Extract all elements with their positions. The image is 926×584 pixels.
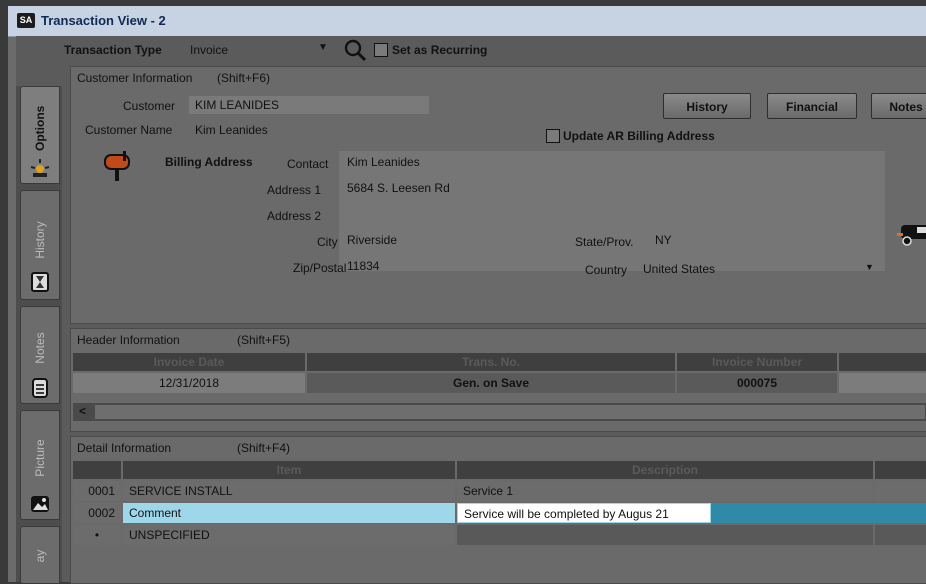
- tab-notes-label: Notes: [33, 332, 47, 364]
- customer-label: Customer: [123, 99, 176, 113]
- address-block: [339, 151, 885, 271]
- tab-picture-label: Picture: [33, 439, 47, 477]
- main-frame: Transaction Type Invoice ▼ Set as Recurr…: [16, 36, 926, 584]
- address2-label: Address 2: [267, 209, 322, 223]
- table-row-extra[interactable]: [875, 481, 926, 501]
- transaction-type-select[interactable]: Invoice ▼: [182, 40, 336, 60]
- customer-field[interactable]: KIM LEANIDES: [189, 96, 429, 114]
- update-ar-label: Update AR Billing Address: [563, 129, 715, 143]
- tab-more-label: ay: [33, 549, 47, 563]
- trans-no-cell: Gen. on Save: [307, 373, 675, 393]
- tab-history[interactable]: History: [20, 190, 60, 300]
- header-column-invoice-number: Invoice Number: [677, 353, 837, 371]
- address1-label: Address 1: [267, 183, 322, 197]
- tab-notes[interactable]: Notes: [20, 306, 60, 404]
- search-icon[interactable]: [343, 38, 367, 62]
- row-number: 0002: [73, 503, 121, 523]
- header-column-trans-no: Trans. No.: [307, 353, 675, 371]
- row-number: •: [73, 525, 121, 545]
- invoice-number-cell: 000075: [677, 373, 837, 393]
- update-ar-checkbox[interactable]: [546, 129, 560, 143]
- set-recurring-label: Set as Recurring: [392, 43, 488, 57]
- scroll-thumb[interactable]: [95, 405, 925, 419]
- header-extra-cell[interactable]: [839, 373, 926, 393]
- tab-options[interactable]: Options: [20, 86, 60, 184]
- header-column-invoice-date: Invoice Date: [73, 353, 305, 371]
- header-section-title: Header Information: [77, 333, 180, 347]
- picture-icon: [29, 493, 51, 515]
- detail-section-shortcut: (Shift+F4): [237, 441, 291, 455]
- detail-column-item: Item: [123, 461, 455, 479]
- table-row-selected-fill[interactable]: [711, 503, 926, 523]
- scroll-left-icon[interactable]: <: [79, 404, 86, 418]
- table-row-description-selected[interactable]: Service will be completed by Augus 21: [457, 503, 711, 523]
- app-icon: SA: [17, 13, 35, 28]
- table-row-item-selected[interactable]: Comment: [123, 503, 455, 523]
- table-row-description[interactable]: Service 1: [457, 481, 873, 501]
- city-value[interactable]: Riverside: [347, 233, 397, 247]
- history-button[interactable]: History: [663, 93, 751, 119]
- contact-label: Contact: [287, 157, 329, 171]
- zip-label: Zip/Postal: [293, 261, 347, 275]
- customer-name-label: Customer Name: [85, 123, 173, 137]
- mailbox-icon: [101, 149, 135, 183]
- customer-section-shortcut: (Shift+F6): [217, 71, 271, 85]
- window-title: Transaction View - 2: [41, 13, 166, 28]
- state-value[interactable]: NY: [655, 233, 672, 247]
- hourglass-icon: [29, 271, 51, 293]
- detail-column-description: Description: [457, 461, 873, 479]
- customer-section-title: Customer Information: [77, 71, 193, 85]
- table-row-extra[interactable]: [875, 525, 926, 545]
- financial-button[interactable]: Financial: [767, 93, 857, 119]
- table-row-item[interactable]: SERVICE INSTALL: [123, 481, 455, 501]
- header-panel: Header Information (Shift+F5) Invoice Da…: [70, 328, 926, 432]
- title-bar: SA Transaction View - 2: [8, 6, 926, 37]
- zip-value[interactable]: 11834: [347, 259, 379, 273]
- chevron-down-icon: ▼: [318, 42, 328, 53]
- side-tabs: Options History Notes Picture ay: [16, 86, 62, 584]
- customer-name-value: Kim Leanides: [195, 123, 268, 137]
- detail-column-extra: [875, 461, 926, 479]
- tab-more[interactable]: ay: [20, 526, 60, 584]
- transaction-window: SA Transaction View - 2 Transaction Type…: [8, 6, 926, 584]
- tab-options-label: Options: [33, 105, 47, 151]
- detail-column-num: [73, 461, 121, 479]
- tab-picture[interactable]: Picture: [20, 410, 60, 520]
- tab-history-label: History: [33, 221, 47, 259]
- notes-button[interactable]: Notes: [871, 93, 926, 119]
- header-column-extra: [839, 353, 926, 371]
- horizontal-scrollbar[interactable]: <: [73, 403, 926, 421]
- country-label: Country: [585, 263, 628, 277]
- detail-panel: Detail Information (Shift+F4) Item Descr…: [70, 436, 926, 584]
- country-select[interactable]: United States ▼: [639, 259, 883, 279]
- table-row-item[interactable]: UNSPECIFIED: [123, 525, 455, 545]
- customer-panel: Customer Information (Shift+F6) Customer…: [70, 66, 926, 324]
- chevron-down-icon: ▼: [865, 262, 874, 272]
- state-label: State/Prov.: [575, 235, 634, 249]
- invoice-date-cell[interactable]: 12/31/2018: [73, 373, 305, 393]
- truck-icon: [897, 217, 926, 247]
- row-number: 0001: [73, 481, 121, 501]
- light-icon: [29, 157, 51, 179]
- header-section-shortcut: (Shift+F5): [237, 333, 291, 347]
- address1-value[interactable]: 5684 S. Leesen Rd: [347, 181, 450, 195]
- transaction-type-value: Invoice: [190, 43, 229, 57]
- detail-section-title: Detail Information: [77, 441, 172, 455]
- table-row-description[interactable]: [457, 525, 873, 545]
- city-label: City: [317, 235, 338, 249]
- transaction-type-label: Transaction Type: [64, 43, 162, 57]
- billing-address-label: Billing Address: [165, 155, 253, 169]
- notes-icon: [29, 377, 51, 399]
- contact-value[interactable]: Kim Leanides: [347, 155, 420, 169]
- set-recurring-checkbox[interactable]: [374, 43, 388, 57]
- country-value: United States: [643, 262, 716, 276]
